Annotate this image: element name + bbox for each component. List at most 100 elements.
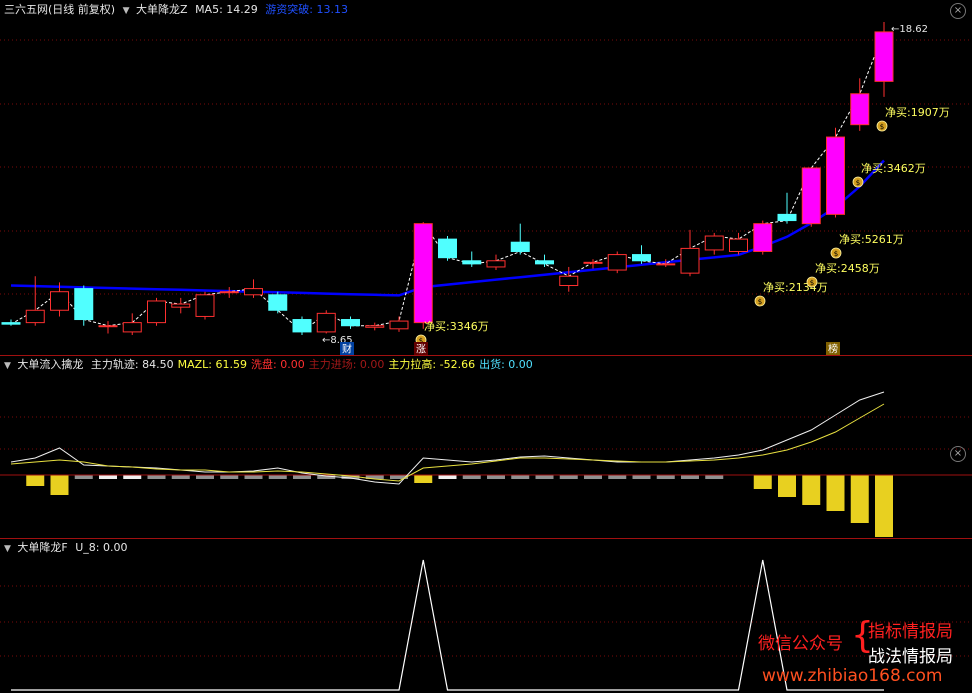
flow-values: 主力轨迹: 84.50 MAZL: 61.59 洗盘: 0.00 主力进场: 0.00… [91, 358, 537, 371]
net-buy-label: 净买:5261万 [839, 232, 904, 246]
flow-bar-small [123, 475, 142, 479]
flow-bar-small [632, 475, 651, 479]
flow-bar-small [171, 475, 190, 479]
price-pane-header: 三六五网(日线 前复权) ▼ 大单降龙Z MA5: 14.29 游资突破: 13… [4, 2, 352, 18]
candle-body [777, 213, 797, 222]
candle-body [122, 322, 142, 333]
flow-bar-small [608, 475, 627, 479]
flow-bar [778, 475, 796, 497]
money-bag-symbol: $ [880, 123, 884, 131]
flow-pane-header: ▼ 大单流入擒龙 主力轨迹: 84.50 MAZL: 61.59 洗盘: 0.00 主… [4, 357, 541, 373]
candle-body [704, 235, 724, 251]
candle-body [850, 93, 870, 126]
flow-item-3: 主力进场: 0.00 [308, 358, 385, 371]
flow-bar-small [220, 475, 239, 479]
flow-bar [802, 475, 821, 505]
ma-line [10, 159, 885, 297]
flow-bar [850, 475, 869, 523]
tag-zhang: 涨 [416, 344, 426, 356]
stock-title: 三六五网(日线 前复权) [4, 3, 116, 16]
candle-body [632, 254, 651, 262]
flow-bar-small [705, 475, 724, 479]
candle-body [874, 31, 894, 82]
candle-body [729, 238, 748, 252]
flow-bar-small [438, 475, 457, 479]
signal-pane-header: ▼ 大单降龙F U_8: 0.00 [4, 540, 132, 556]
net-buy-label: 净买:2134万 [763, 280, 828, 294]
net-buy-label: 净买:2458万 [815, 261, 880, 275]
candle-body [147, 300, 166, 324]
close-dash-line [10, 31, 885, 333]
candle-body [316, 312, 336, 333]
flow-bar [414, 475, 433, 483]
high-price-label: ←18.62 [891, 24, 928, 35]
breakout-value: 游资突破: 13.13 [265, 3, 348, 16]
flow-bar-small [99, 475, 117, 479]
watermark-url: www.zhibiao168.com [762, 666, 943, 686]
watermark-wechat: 微信公众号 [758, 634, 843, 654]
money-bag-symbol: $ [810, 279, 814, 287]
flow-bar-small [244, 475, 263, 479]
candle-body [680, 247, 700, 274]
candle-body [826, 136, 845, 215]
money-bag-symbol: $ [856, 179, 860, 187]
flow-item-0: 主力轨迹: 84.50 [90, 358, 174, 371]
candle-body [607, 254, 627, 271]
net-buy-label: 净买:1907万 [885, 105, 950, 119]
candle-body [486, 260, 506, 268]
signal-indicator-name: 大单降龙F [17, 541, 68, 554]
flow-bar-small [196, 475, 214, 479]
tag-bang: 榜 [828, 343, 838, 356]
signal-line [11, 559, 884, 691]
mazl-line [10, 403, 885, 482]
candle-body [462, 260, 482, 265]
watermark-line1: 指标情报局 [868, 622, 953, 642]
candle-body [195, 294, 215, 317]
candle-body [74, 288, 94, 321]
flow-bar-small [147, 475, 166, 479]
flow-bar-small [74, 475, 93, 479]
close-pane1-icon[interactable]: × [950, 3, 966, 19]
flow-bar [753, 475, 772, 489]
flow-bar-small [656, 475, 675, 479]
ma5-value: MA5: 14.29 [195, 3, 258, 16]
candle-body [171, 303, 191, 308]
flow-bar-small [462, 475, 481, 479]
dropdown-icon[interactable]: ▼ [123, 6, 130, 16]
candle-body [389, 320, 409, 330]
flow-bar-small [511, 475, 530, 479]
candle-body [244, 288, 263, 296]
candle-body [438, 238, 457, 259]
candle-body [292, 319, 312, 333]
flow-item-4: 主力拉高: -52.66 [388, 358, 476, 371]
stock-chart[interactable]: $净买:3346万$净买:2134万$净买:2458万$净买:5261万$净买:… [0, 0, 972, 693]
flow-bar [26, 475, 45, 486]
candle-body [25, 309, 45, 324]
candle-body [656, 263, 676, 266]
candle-body [583, 261, 603, 264]
net-buy-label: 净买:3462万 [861, 161, 926, 175]
flow-bar [875, 475, 893, 537]
candle-body [219, 291, 239, 294]
dropdown-icon[interactable]: ▼ [4, 361, 11, 371]
net-buy-label: 净买:3346万 [424, 319, 489, 333]
flow-bar-small [535, 475, 554, 479]
close-pane2-icon[interactable]: × [950, 446, 966, 462]
dropdown-icon[interactable]: ▼ [4, 544, 11, 554]
candle-body [98, 325, 118, 328]
candle-body [510, 241, 530, 252]
candle-body [559, 275, 579, 287]
candle-body [753, 223, 773, 252]
tag-cai: 财 [342, 343, 352, 356]
candle-body [268, 294, 288, 311]
candle-body [50, 291, 69, 311]
flow-bar-small [559, 475, 578, 479]
main-trace-line [10, 391, 885, 485]
flow-item-5: 出货: 0.00 [479, 358, 533, 371]
watermark-line2: 战法情报局 [868, 647, 953, 667]
indicator-name: 大单降龙Z [136, 3, 188, 16]
candle-body [365, 325, 385, 328]
candle-body [801, 167, 821, 225]
flow-bar [826, 475, 845, 511]
candle-body [1, 322, 21, 325]
